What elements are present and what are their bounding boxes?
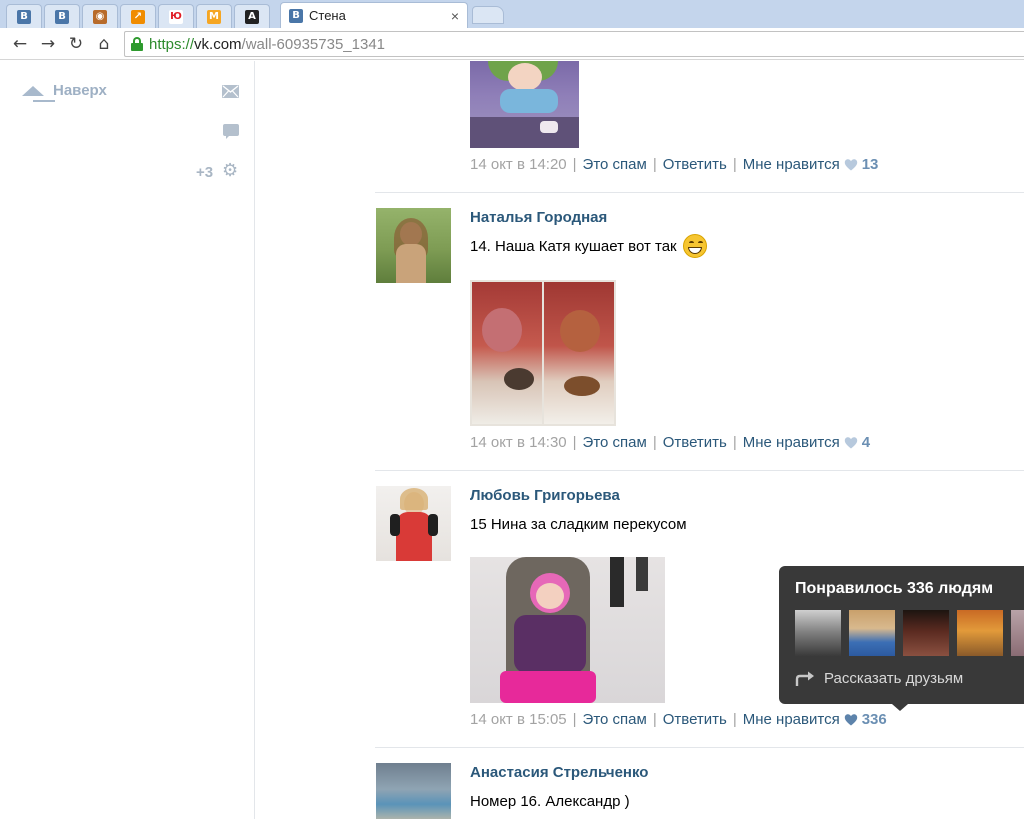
like-count[interactable]: 4 [862, 434, 870, 451]
post-photo[interactable] [470, 280, 616, 426]
divider [375, 192, 1024, 193]
left-column: Наверх +3 ⚙ [0, 61, 255, 819]
a-icon: A [245, 9, 259, 24]
heart-icon[interactable] [844, 436, 858, 450]
like-link[interactable]: Мне нравится [743, 156, 840, 173]
reply-link[interactable]: Ответить [663, 156, 727, 173]
browser-tab[interactable]: В [6, 4, 42, 28]
like-link[interactable]: Мне нравится [743, 434, 840, 451]
heart-icon[interactable] [844, 713, 858, 727]
browser-tab[interactable]: Ю [158, 4, 194, 28]
reply-link[interactable]: Ответить [663, 434, 727, 451]
vk-icon: В [17, 9, 31, 24]
post-date[interactable]: 14 окт в 14:30 [470, 434, 567, 451]
liker-avatar[interactable] [795, 610, 841, 656]
scroll-up-label: Наверх [53, 82, 107, 99]
browser-tab[interactable]: ◉ [82, 4, 118, 28]
post-meta: 14 окт в 14:30 | Это спам | Ответить | М… [470, 434, 871, 451]
arrow-icon: ↗ [131, 9, 145, 24]
url-text[interactable]: https://vk.com/wall-60935735_1341 [149, 36, 385, 53]
share-icon [795, 671, 814, 686]
liker-avatar[interactable] [903, 610, 949, 656]
dog-icon: ◉ [93, 9, 107, 24]
like-link[interactable]: Мне нравится [743, 711, 840, 728]
comments-feed: 14 окт в 14:20 | Это спам | Ответить | М… [256, 61, 1024, 819]
post-photo[interactable] [470, 557, 665, 703]
author-name[interactable]: Любовь Григорьева [470, 487, 620, 504]
gear-icon[interactable]: ⚙ [222, 162, 238, 180]
likes-tooltip: Понравилось 336 людям Рассказать друзьям [779, 566, 1024, 711]
grin-emoji-icon [682, 234, 707, 258]
author-name[interactable]: Наталья Городная [470, 209, 607, 226]
post-text: 14. Наша Катя кушает вот так [470, 234, 707, 258]
arrow-up-icon [22, 85, 55, 102]
back-icon[interactable]: ← [6, 30, 34, 58]
notification-counter[interactable]: +3 [196, 164, 213, 181]
reply-link[interactable]: Ответить [663, 711, 727, 728]
mail-icon[interactable] [222, 85, 239, 98]
yu-icon: Ю [169, 9, 183, 24]
likes-tooltip-title[interactable]: Понравилось 336 людям [795, 580, 993, 598]
m-icon: M [207, 9, 221, 24]
avatar[interactable] [376, 763, 451, 819]
avatar[interactable] [376, 486, 451, 561]
close-icon[interactable]: × [451, 8, 459, 24]
author-name[interactable]: Анастасия Стрельченко [470, 764, 648, 781]
scroll-up-button[interactable]: Наверх [22, 82, 107, 102]
liker-avatar[interactable] [1011, 610, 1024, 656]
home-icon[interactable]: ⌂ [90, 30, 118, 58]
address-bar[interactable]: https://vk.com/wall-60935735_1341 [124, 31, 1024, 57]
post-date[interactable]: 14 окт в 14:20 [470, 156, 567, 173]
post-photo[interactable] [470, 61, 579, 148]
post-date[interactable]: 14 окт в 15:05 [470, 711, 567, 728]
like-count[interactable]: 336 [862, 711, 887, 728]
spam-link[interactable]: Это спам [583, 434, 647, 451]
post-meta: 14 окт в 15:05 | Это спам | Ответить | М… [470, 711, 887, 728]
lock-icon [131, 37, 143, 51]
browser-tab[interactable]: ↗ [120, 4, 156, 28]
chat-icon[interactable] [223, 124, 239, 139]
browser-tab[interactable]: A [234, 4, 270, 28]
spam-link[interactable]: Это спам [583, 711, 647, 728]
new-tab-button[interactable] [472, 6, 504, 24]
share-with-friends-button[interactable]: Рассказать друзьям [795, 670, 963, 687]
divider [375, 470, 1024, 471]
forward-icon[interactable]: → [34, 30, 62, 58]
browser-tab-active[interactable]: В Стена × [280, 2, 468, 28]
post-meta: 14 окт в 14:20 | Это спам | Ответить | М… [470, 156, 879, 173]
liker-avatar[interactable] [849, 610, 895, 656]
heart-icon[interactable] [844, 158, 858, 172]
browser-tab[interactable]: M [196, 4, 232, 28]
browser-tab-strip: В В ◉ ↗ Ю M A В Стена × [0, 0, 1024, 28]
vk-icon: В [289, 8, 303, 23]
spam-link[interactable]: Это спам [583, 156, 647, 173]
divider [375, 747, 1024, 748]
post-text: 15 Нина за сладким перекусом [470, 516, 687, 533]
browser-toolbar: ← → ↻ ⌂ https://vk.com/wall-60935735_134… [0, 28, 1024, 60]
vk-icon: В [55, 9, 69, 24]
tab-title: Стена [309, 8, 346, 23]
browser-tab[interactable]: В [44, 4, 80, 28]
liker-avatar[interactable] [957, 610, 1003, 656]
reload-icon[interactable]: ↻ [62, 30, 90, 58]
like-count[interactable]: 13 [862, 156, 879, 173]
share-label: Рассказать друзьям [824, 670, 964, 687]
avatar[interactable] [376, 208, 451, 283]
post-text: Номер 16. Александр ) [470, 793, 630, 810]
